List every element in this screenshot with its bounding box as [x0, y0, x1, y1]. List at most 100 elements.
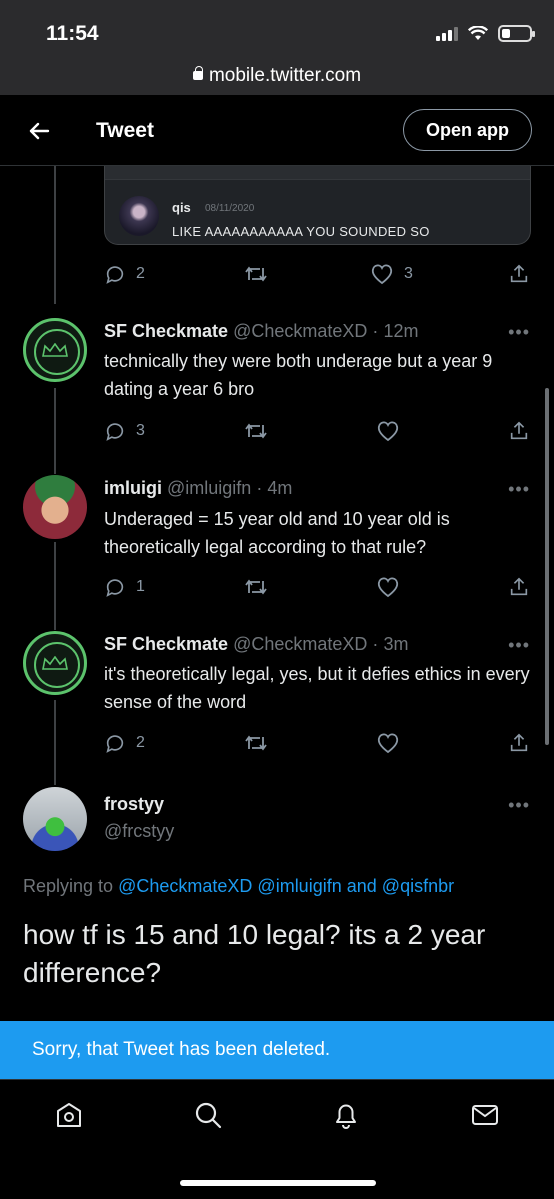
quoted-card-strip: [105, 166, 530, 180]
like-count: 3: [404, 265, 413, 282]
tweet-actions: 2 3: [104, 263, 531, 287]
share-icon: [510, 264, 528, 283]
scrollbar[interactable]: [545, 388, 549, 745]
more-options-button[interactable]: •••: [508, 479, 530, 500]
back-arrow-icon[interactable]: [27, 119, 51, 143]
separator: ·: [372, 634, 379, 654]
retweet-button[interactable]: [244, 576, 268, 598]
user-handle[interactable]: @CheckmateXD: [233, 634, 367, 654]
retweet-icon: [245, 266, 267, 282]
reply-icon: [106, 423, 124, 441]
share-button[interactable]: [508, 732, 530, 754]
avatar[interactable]: [23, 475, 87, 539]
crown-icon: [42, 343, 68, 357]
thread-line: [54, 166, 56, 304]
crown-icon: [42, 656, 68, 670]
wifi-icon: [468, 26, 488, 40]
separator: ·: [256, 478, 263, 498]
avatar[interactable]: [23, 318, 87, 382]
retweet-button[interactable]: [244, 263, 268, 285]
url-text: mobile.twitter.com: [208, 65, 362, 86]
reply-count: 3: [136, 422, 145, 439]
reply-count: 1: [136, 578, 145, 595]
retweet-icon: [245, 579, 267, 595]
reply-button[interactable]: 1: [104, 576, 145, 598]
lock-icon: [192, 66, 203, 80]
retweet-icon: [245, 423, 267, 439]
reply-button[interactable]: 2: [104, 732, 145, 754]
display-name[interactable]: SF Checkmate: [104, 634, 228, 654]
more-options-button[interactable]: •••: [508, 322, 530, 343]
tweet-text: technically they were both underage but …: [104, 351, 493, 399]
cellular-signal-icon: [436, 26, 458, 41]
like-button[interactable]: [376, 576, 400, 598]
reply-button[interactable]: 3: [104, 420, 145, 442]
toast-text: Sorry, that Tweet has been deleted.: [32, 1039, 331, 1060]
quoted-card[interactable]: qis 08/11/2020 LIKE AAAAAAAAAAA YOU SOUN…: [104, 166, 531, 245]
tweet-actions: 3: [104, 420, 531, 444]
tweet-time[interactable]: 12m: [383, 321, 418, 341]
reply-icon: [106, 266, 124, 284]
separator: ·: [372, 321, 379, 341]
thread-line: [54, 700, 56, 785]
browser-top-bar: 11:54 mobile.twitter.com: [0, 0, 554, 95]
notifications-bell-icon[interactable]: [331, 1100, 361, 1130]
tweet-text: Underaged = 15 year old and 10 year old …: [104, 509, 450, 557]
reply-button[interactable]: 2: [104, 263, 145, 285]
thread-line: [54, 388, 56, 474]
share-icon: [510, 733, 528, 752]
share-button[interactable]: [508, 576, 530, 598]
main-tweet-text: how tf is 15 and 10 legal? its a 2 year …: [23, 919, 486, 988]
mention-link[interactable]: @qisfnbr: [382, 876, 454, 896]
more-options-button[interactable]: •••: [508, 635, 530, 656]
quoted-date: 08/11/2020: [205, 203, 255, 214]
tweet-header: SF Checkmate @CheckmateXD · 3m: [104, 634, 408, 655]
open-app-button[interactable]: Open app: [403, 109, 532, 151]
replying-to: Replying to @CheckmateXD @imluigifn and …: [23, 876, 454, 897]
share-icon: [510, 577, 528, 596]
tweet-header: imluigi @imluigifn · 4m: [104, 478, 292, 499]
mention-link[interactable]: @CheckmateXD: [118, 876, 252, 896]
share-icon: [510, 421, 528, 440]
home-indicator[interactable]: [180, 1180, 376, 1186]
avatar[interactable]: [23, 631, 87, 695]
user-handle[interactable]: @frcstyy: [104, 821, 174, 842]
like-button[interactable]: [376, 732, 400, 754]
tweet-header: SF Checkmate @CheckmateXD · 12m: [104, 321, 418, 342]
status-icons: [436, 25, 535, 42]
heart-icon: [371, 264, 393, 285]
deleted-toast: Sorry, that Tweet has been deleted.: [0, 1021, 554, 1079]
display-name[interactable]: SF Checkmate: [104, 321, 228, 341]
display-name[interactable]: imluigi: [104, 478, 162, 498]
user-handle[interactable]: @CheckmateXD: [233, 321, 367, 341]
tweet-actions: 1: [104, 576, 531, 600]
home-icon[interactable]: [54, 1100, 84, 1130]
retweet-button[interactable]: [244, 420, 268, 442]
display-name[interactable]: frostyy: [104, 794, 164, 815]
page-title: Tweet: [96, 119, 154, 142]
avatar[interactable]: [23, 787, 87, 851]
tweet-time[interactable]: 3m: [383, 634, 408, 654]
more-options-button[interactable]: •••: [508, 795, 530, 816]
quoted-name: qis: [172, 200, 191, 215]
heart-icon: [377, 733, 399, 754]
search-icon[interactable]: [193, 1100, 223, 1130]
mention-and: and: [346, 876, 377, 896]
app-header: Tweet Open app: [0, 95, 554, 166]
share-button[interactable]: [508, 420, 530, 442]
url-bar[interactable]: mobile.twitter.com: [0, 65, 554, 87]
mention-link[interactable]: @imluigifn: [257, 876, 341, 896]
retweet-icon: [245, 735, 267, 751]
reply-icon: [106, 579, 124, 597]
like-button[interactable]: [376, 420, 400, 442]
replying-prefix: Replying to: [23, 876, 114, 896]
tweet-time[interactable]: 4m: [267, 478, 292, 498]
messages-envelope-icon[interactable]: [470, 1100, 500, 1130]
retweet-button[interactable]: [244, 732, 268, 754]
like-button[interactable]: 3: [370, 263, 413, 285]
reply-count: 2: [136, 734, 145, 751]
user-handle[interactable]: @imluigifn: [167, 478, 251, 498]
thread-line: [54, 542, 56, 630]
avatar: [119, 196, 159, 236]
share-button[interactable]: [508, 263, 530, 285]
